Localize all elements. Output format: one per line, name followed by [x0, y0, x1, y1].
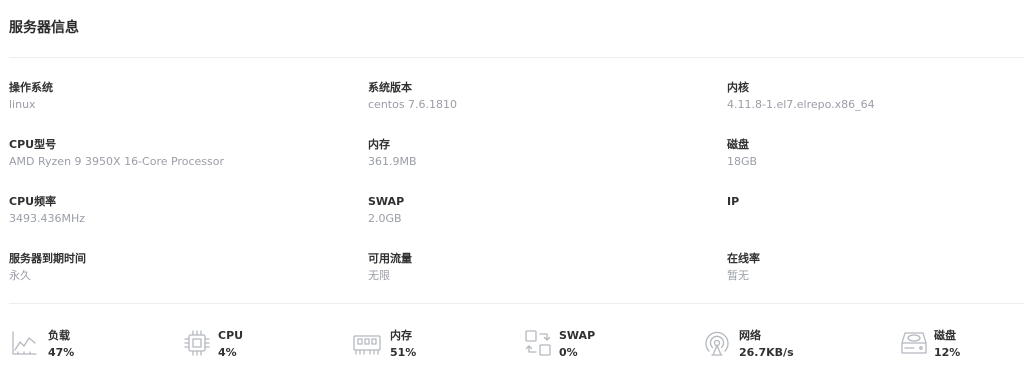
- info-row: 服务器到期时间 永久 可用流量 无限 在线率 暂无: [9, 251, 1024, 308]
- info-traffic: 可用流量 无限: [368, 251, 412, 284]
- stat-label: 负载: [48, 329, 70, 342]
- stat-value: 4%: [218, 346, 237, 359]
- stat-value: 26.7KB/s: [739, 346, 794, 359]
- hard-disk-icon: [899, 328, 929, 358]
- info-kernel: 内核 4.11.8-1.el7.elrepo.x86_64: [727, 80, 875, 113]
- info-value: linux: [9, 98, 36, 111]
- info-label: CPU频率: [9, 195, 57, 208]
- card-title: 服务器信息: [9, 20, 79, 36]
- info-row: CPU型号 AMD Ryzen 9 3950X 16-Core Processo…: [9, 137, 1024, 194]
- header-divider: [9, 57, 1024, 58]
- info-grid: 操作系统 linux 系统版本 centos 7.6.1810 内核 4.11.…: [9, 80, 1024, 308]
- server-info-card: 服务器信息 操作系统 linux 系统版本 centos 7.6.1810 内核…: [0, 0, 1024, 383]
- info-value: 无限: [368, 269, 390, 282]
- info-label: CPU型号: [9, 138, 57, 151]
- info-row: 操作系统 linux 系统版本 centos 7.6.1810 内核 4.11.…: [9, 80, 1024, 137]
- stat-label: CPU: [218, 329, 244, 342]
- stat-label: SWAP: [559, 329, 596, 342]
- info-label: 系统版本: [368, 81, 412, 94]
- network-antenna-icon: [702, 328, 732, 358]
- info-value: 4.11.8-1.el7.elrepo.x86_64: [727, 98, 875, 111]
- line-chart-icon: [9, 328, 39, 358]
- cpu-chip-icon: [182, 328, 212, 358]
- info-label: 服务器到期时间: [9, 252, 86, 265]
- memory-module-icon: [352, 328, 382, 358]
- info-value: 暂无: [727, 269, 749, 282]
- info-label: 内存: [368, 138, 390, 151]
- info-label: 操作系统: [9, 81, 53, 94]
- swap-icon: [523, 328, 553, 358]
- stat-label: 内存: [390, 329, 412, 342]
- info-value: 2.0GB: [368, 212, 402, 225]
- info-label: 在线率: [727, 252, 760, 265]
- info-value: 永久: [9, 269, 31, 282]
- info-label: 磁盘: [727, 138, 749, 151]
- info-uptime: 在线率 暂无: [727, 251, 760, 284]
- info-label: SWAP: [368, 195, 405, 208]
- info-disk: 磁盘 18GB: [727, 137, 757, 170]
- info-memory: 内存 361.9MB: [368, 137, 417, 170]
- stat-value: 47%: [48, 346, 75, 359]
- info-swap: SWAP 2.0GB: [368, 194, 404, 227]
- info-cpu-frequency: CPU频率 3493.436MHz: [9, 194, 85, 227]
- info-label: 可用流量: [368, 252, 412, 265]
- stat-label: 磁盘: [934, 329, 956, 342]
- info-value: AMD Ryzen 9 3950X 16-Core Processor: [9, 155, 224, 168]
- info-expiry: 服务器到期时间 永久: [9, 251, 86, 284]
- info-label: 内核: [727, 81, 749, 94]
- resource-stats: 负载 47% CPU 4% 内存 51% SWAP 0% 网络 26.7KB/s…: [9, 322, 1024, 366]
- info-value: centos 7.6.1810: [368, 98, 458, 111]
- info-cpu-model: CPU型号 AMD Ryzen 9 3950X 16-Core Processo…: [9, 137, 224, 170]
- stats-divider: [9, 303, 1024, 304]
- info-value: 3493.436MHz: [9, 212, 86, 225]
- info-ip: IP: [727, 194, 739, 211]
- info-row: CPU频率 3493.436MHz SWAP 2.0GB IP: [9, 194, 1024, 251]
- info-os: 操作系统 linux: [9, 80, 53, 113]
- stat-value: 12%: [934, 346, 961, 359]
- stat-label: 网络: [739, 329, 761, 342]
- info-label: IP: [727, 195, 740, 208]
- info-value: 361.9MB: [368, 155, 417, 168]
- info-os-version: 系统版本 centos 7.6.1810: [368, 80, 457, 113]
- stat-value: 0%: [559, 346, 578, 359]
- info-value: 18GB: [727, 155, 758, 168]
- stat-value: 51%: [390, 346, 417, 359]
